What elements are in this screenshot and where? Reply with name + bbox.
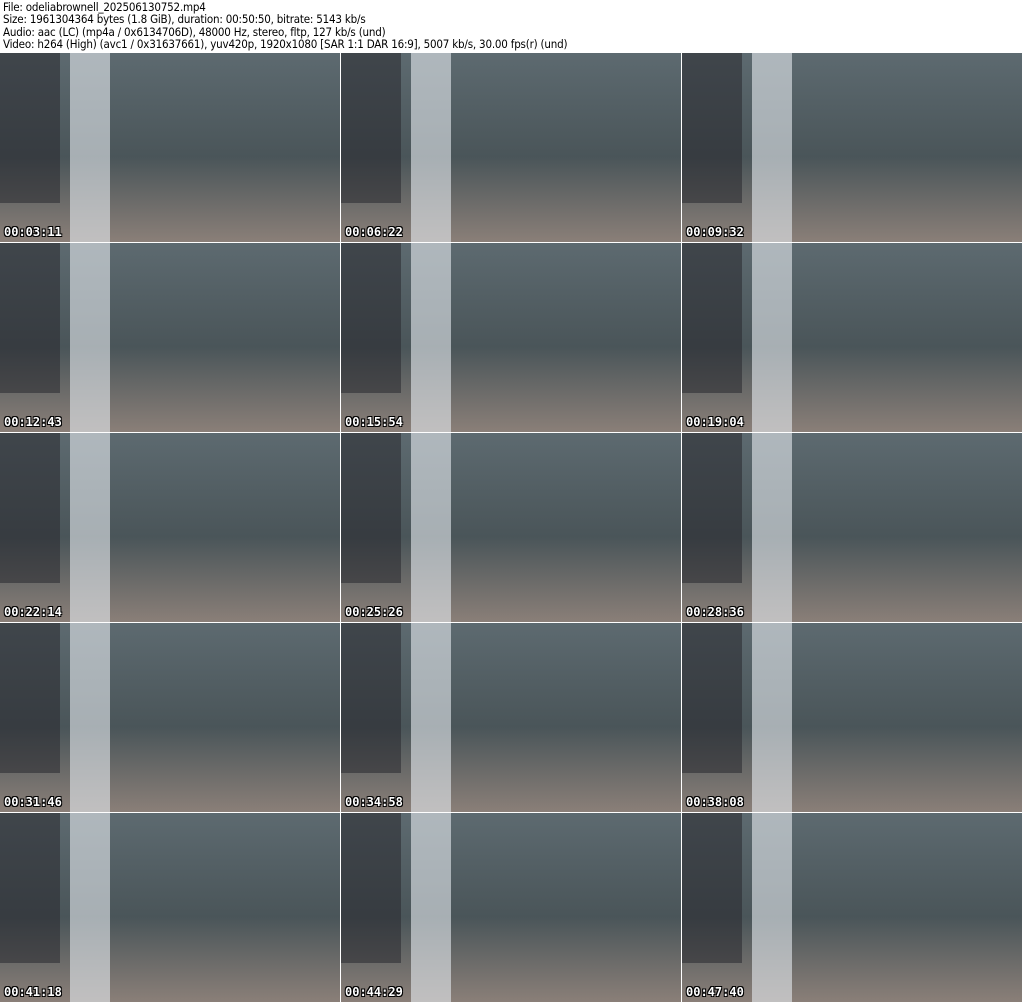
thumbnail-grid: 00:03:11 00:06:22 00:09:32 00:12:43 00:15:54…	[0, 53, 1024, 1002]
window-light	[752, 813, 792, 1002]
window-light	[411, 813, 451, 1002]
video-thumbnail[interactable]: 00:09:32	[682, 53, 1022, 242]
video-thumbnail[interactable]: 00:34:58	[341, 623, 681, 812]
chat-overlay	[341, 53, 401, 203]
chat-overlay	[0, 53, 60, 203]
video-thumbnail[interactable]: 00:47:40	[682, 813, 1022, 1002]
chat-overlay	[0, 623, 60, 773]
chat-overlay	[341, 433, 401, 583]
video-thumbnail[interactable]: 00:22:14	[0, 433, 340, 622]
timestamp: 00:12:43	[4, 415, 62, 429]
window-light	[70, 243, 110, 432]
window-light	[70, 813, 110, 1002]
video-thumbnail[interactable]: 00:12:43	[0, 243, 340, 432]
file-size: Size: 1961304364 bytes (1.8 GiB), durati…	[3, 12, 366, 27]
video-info: Video: h264 (High) (avc1 / 0x31637661), …	[3, 37, 568, 52]
window-light	[70, 433, 110, 622]
timestamp: 00:06:22	[345, 225, 403, 239]
chat-overlay	[682, 53, 742, 203]
chat-overlay	[682, 243, 742, 393]
video-thumbnail[interactable]: 00:03:11	[0, 53, 340, 242]
window-light	[411, 623, 451, 812]
timestamp: 00:19:04	[686, 415, 744, 429]
timestamp: 00:31:46	[4, 795, 62, 809]
video-thumbnail[interactable]: 00:19:04	[682, 243, 1022, 432]
timestamp: 00:38:08	[686, 795, 744, 809]
video-thumbnail[interactable]: 00:38:08	[682, 623, 1022, 812]
video-thumbnail[interactable]: 00:44:29	[341, 813, 681, 1002]
video-thumbnail[interactable]: 00:15:54	[341, 243, 681, 432]
chat-overlay	[0, 813, 60, 963]
window-light	[70, 53, 110, 242]
chat-overlay	[341, 243, 401, 393]
timestamp: 00:41:18	[4, 985, 62, 999]
window-light	[752, 433, 792, 622]
video-thumbnail[interactable]: 00:28:36	[682, 433, 1022, 622]
chat-overlay	[0, 243, 60, 393]
window-light	[752, 53, 792, 242]
video-thumbnail[interactable]: 00:41:18	[0, 813, 340, 1002]
window-light	[411, 433, 451, 622]
window-light	[752, 623, 792, 812]
timestamp: 00:25:26	[345, 605, 403, 619]
window-light	[411, 243, 451, 432]
timestamp: 00:22:14	[4, 605, 62, 619]
chat-overlay	[0, 433, 60, 583]
timestamp: 00:44:29	[345, 985, 403, 999]
chat-overlay	[341, 623, 401, 773]
window-light	[411, 53, 451, 242]
timestamp: 00:47:40	[686, 985, 744, 999]
timestamp: 00:03:11	[4, 225, 62, 239]
window-light	[70, 623, 110, 812]
chat-overlay	[682, 623, 742, 773]
chat-overlay	[682, 433, 742, 583]
window-light	[752, 243, 792, 432]
file-info-header: File: odeliabrownell_202506130752.mp4 Si…	[3, 1, 568, 52]
timestamp: 00:28:36	[686, 605, 744, 619]
video-thumbnail[interactable]: 00:06:22	[341, 53, 681, 242]
video-thumbnail[interactable]: 00:25:26	[341, 433, 681, 622]
chat-overlay	[341, 813, 401, 963]
chat-overlay	[682, 813, 742, 963]
timestamp: 00:34:58	[345, 795, 403, 809]
timestamp: 00:15:54	[345, 415, 403, 429]
video-thumbnail[interactable]: 00:31:46	[0, 623, 340, 812]
timestamp: 00:09:32	[686, 225, 744, 239]
